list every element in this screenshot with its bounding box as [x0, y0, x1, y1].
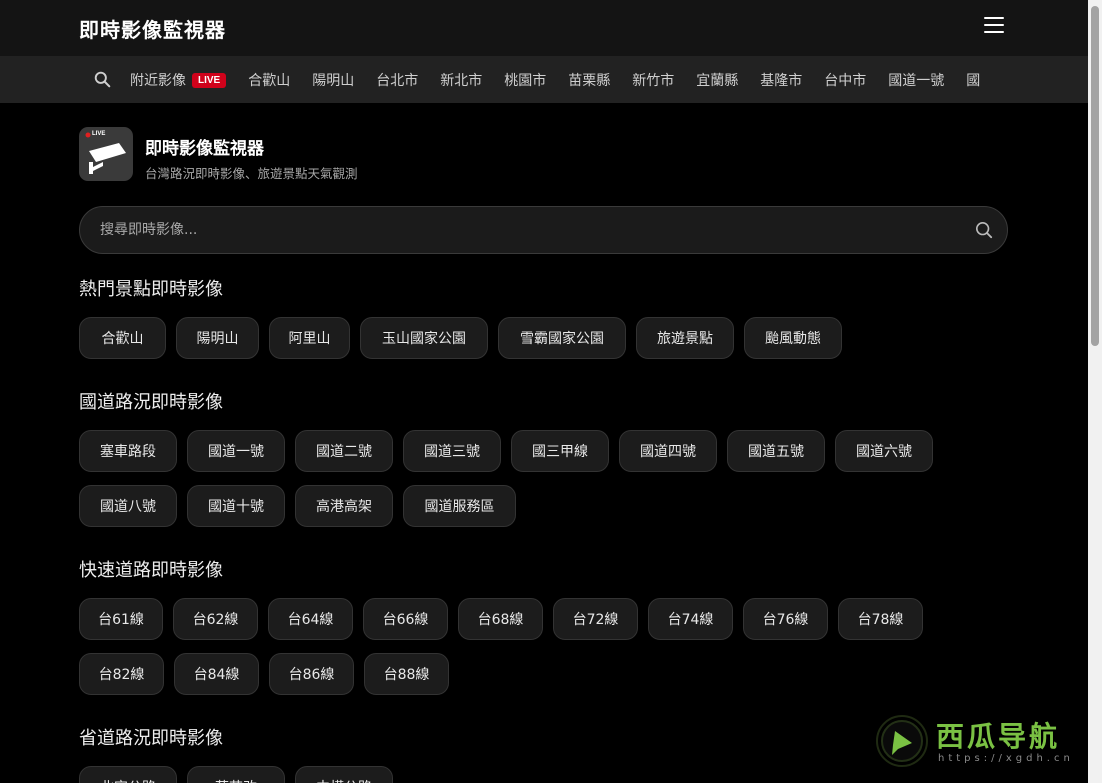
watermark-title: 西瓜导航 [936, 720, 1061, 753]
brand-subtitle: 台灣路況即時影像、旅遊景點天氣觀測 [145, 166, 358, 181]
nav-item-label: 附近影像 [130, 72, 186, 89]
section-title: 熱門景點即時影像 [79, 279, 223, 300]
watermark-logo-icon [876, 715, 928, 767]
category-chip[interactable]: 國道五號 [727, 430, 825, 472]
category-chip[interactable]: 旅遊景點 [636, 317, 734, 359]
section-title: 國道路況即時影像 [79, 392, 223, 413]
nav-item-label: 新北市 [440, 72, 483, 89]
category-chip[interactable]: 台76線 [743, 598, 828, 640]
category-chip[interactable]: 蘇花改 [187, 766, 285, 783]
search-icon[interactable] [975, 221, 993, 239]
nav-item[interactable]: 台中市 [824, 70, 866, 90]
category-chip[interactable]: 國道十號 [187, 485, 285, 527]
nav-item-label: 國道一號 [888, 72, 945, 89]
category-chip[interactable]: 高港高架 [295, 485, 393, 527]
hamburger-menu-icon[interactable] [984, 17, 1004, 37]
watermark-url: https://xgdh.cn [938, 753, 1074, 764]
search-box [79, 206, 1008, 254]
nav-item[interactable]: 苗栗縣 [568, 70, 610, 90]
category-chip[interactable]: 國道一號 [187, 430, 285, 472]
top-bar: 即時影像監視器 [0, 0, 1088, 56]
nav-item-label: 台中市 [824, 72, 867, 89]
category-chip[interactable]: 台84線 [174, 653, 259, 695]
category-chip[interactable]: 合歡山 [79, 317, 166, 359]
category-chip[interactable]: 台82線 [79, 653, 164, 695]
nav-item-nearby[interactable]: 附近影像 LIVE [130, 70, 227, 90]
category-chip[interactable]: 台72線 [553, 598, 638, 640]
search-icon[interactable] [94, 71, 111, 88]
nav-item[interactable]: 基隆市 [760, 70, 802, 90]
category-chip[interactable]: 北宜公路 [79, 766, 177, 783]
watermark: 西瓜导航 https://xgdh.cn [876, 713, 1086, 769]
category-chip[interactable]: 國道服務區 [403, 485, 516, 527]
category-chip[interactable]: 台88線 [364, 653, 449, 695]
category-chip[interactable]: 玉山國家公園 [360, 317, 488, 359]
category-chip[interactable]: 國道四號 [619, 430, 717, 472]
nav-item-label: 桃園市 [504, 72, 547, 89]
camera-logo-icon: LIVE [79, 127, 133, 181]
nav-scroll[interactable]: 附近影像 LIVE 合歡山 陽明山 台北市 新北市 桃園市 苗栗縣 新竹市 宜蘭縣 基隆市 台中市 國道… [94, 56, 1008, 103]
category-chip[interactable]: 台74線 [648, 598, 733, 640]
logo-live-text: LIVE [92, 131, 106, 137]
category-chip[interactable]: 塞車路段 [79, 430, 177, 472]
nav-item-label: 苗栗縣 [568, 72, 611, 89]
category-chip[interactable]: 雪霸國家公園 [498, 317, 626, 359]
brand-header: LIVE 即時影像監視器 台灣路況即時影像、旅遊景點天氣觀測 [79, 127, 358, 182]
category-chip[interactable]: 國道三號 [403, 430, 501, 472]
live-badge: LIVE [192, 72, 227, 88]
site-title[interactable]: 即時影像監視器 [79, 14, 226, 43]
category-chip[interactable]: 國道六號 [835, 430, 933, 472]
nav-item-label: 合歡山 [248, 72, 291, 89]
nav-item[interactable]: 國 [966, 70, 980, 90]
scrollbar-thumb[interactable] [1091, 6, 1099, 346]
scrollbar[interactable] [1088, 0, 1102, 783]
section-title: 省道路況即時影像 [79, 728, 223, 749]
nav-item-label: 基隆市 [760, 72, 803, 89]
category-chip[interactable]: 阿里山 [269, 317, 350, 359]
category-chip[interactable]: 颱風動態 [744, 317, 842, 359]
nav-item-label: 陽明山 [312, 72, 355, 89]
nav-bar: 附近影像 LIVE 合歡山 陽明山 台北市 新北市 桃園市 苗栗縣 新竹市 宜蘭縣 基隆市 台中市 國道… [0, 56, 1088, 103]
category-chip[interactable]: 台86線 [269, 653, 354, 695]
search-input[interactable] [100, 207, 960, 253]
nav-item[interactable]: 台北市 [376, 70, 418, 90]
category-chip[interactable]: 台62線 [173, 598, 258, 640]
nav-item[interactable]: 陽明山 [312, 70, 354, 90]
nav-item[interactable]: 合歡山 [248, 70, 290, 90]
nav-item[interactable]: 新北市 [440, 70, 482, 90]
nav-item[interactable]: 新竹市 [632, 70, 674, 90]
nav-item-label: 新竹市 [632, 72, 675, 89]
category-chip[interactable]: 台66線 [363, 598, 448, 640]
category-chip[interactable]: 台61線 [79, 598, 163, 640]
category-chip[interactable]: 陽明山 [176, 317, 259, 359]
category-chip[interactable]: 國道八號 [79, 485, 177, 527]
section-title: 快速道路即時影像 [79, 560, 223, 581]
nav-item-label: 台北市 [376, 72, 419, 89]
nav-item-label: 宜蘭縣 [696, 72, 739, 89]
category-chip[interactable]: 國道二號 [295, 430, 393, 472]
nav-item[interactable]: 桃園市 [504, 70, 546, 90]
category-chip[interactable]: 台68線 [458, 598, 543, 640]
category-chip[interactable]: 中橫公路 [295, 766, 393, 783]
nav-item[interactable]: 宜蘭縣 [696, 70, 738, 90]
nav-item-label: 國 [966, 72, 981, 89]
category-chip[interactable]: 國三甲線 [511, 430, 609, 472]
category-chip[interactable]: 台64線 [268, 598, 353, 640]
nav-item[interactable]: 國道一號 [888, 70, 944, 90]
brand-name: 即時影像監視器 [145, 139, 264, 159]
category-chip[interactable]: 台78線 [838, 598, 923, 640]
